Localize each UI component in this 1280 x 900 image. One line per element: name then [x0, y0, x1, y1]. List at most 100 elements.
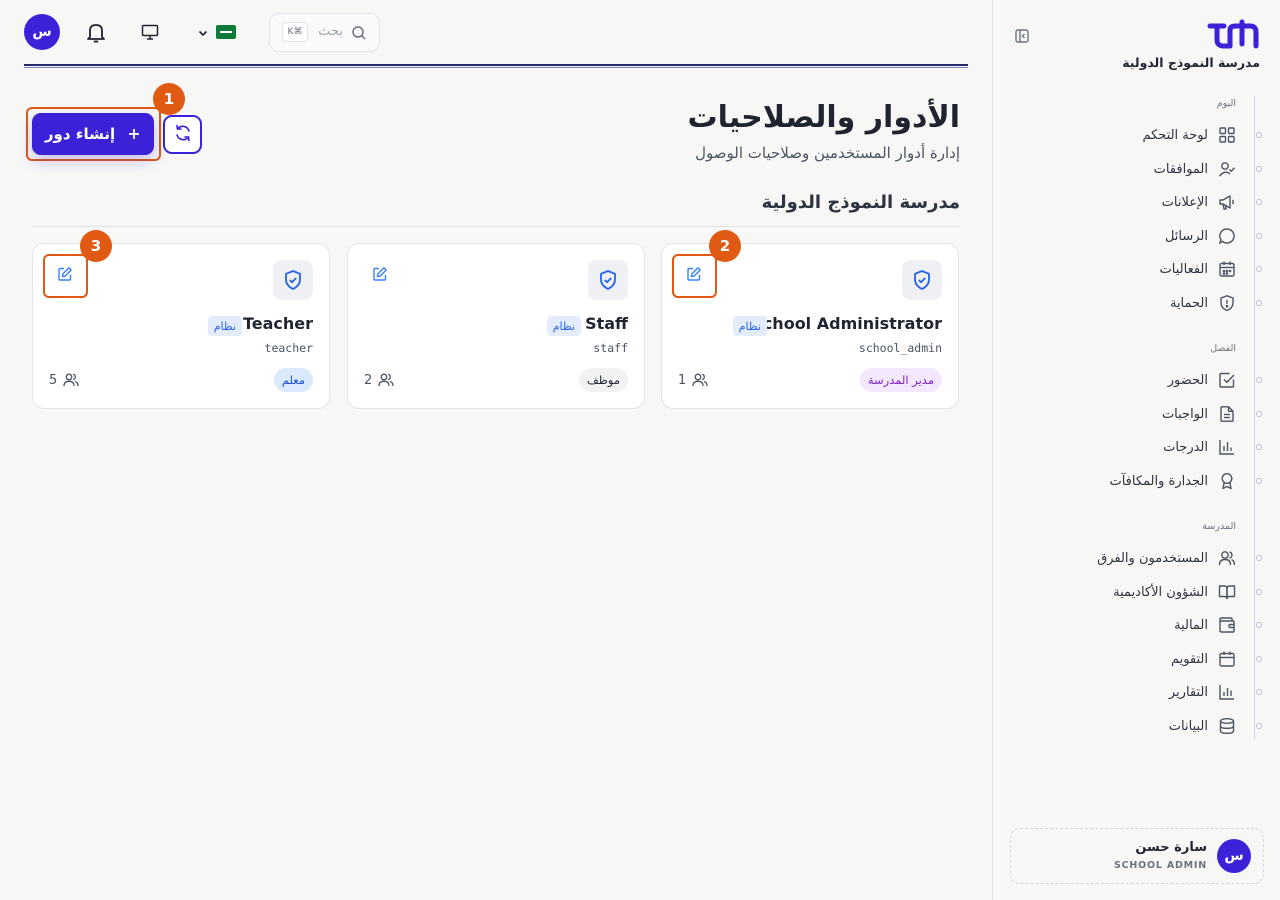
file-text-icon [1218, 405, 1236, 423]
nav-item-calendar[interactable]: التقويم [1170, 646, 1262, 672]
nav-item-homework[interactable]: الواجبات [1162, 401, 1262, 427]
users-icon [1218, 549, 1236, 567]
callout-badge-3: 3 [80, 230, 112, 262]
nav-label: الموافقات [1153, 161, 1208, 177]
nav-label: المستخدمون والفرق [1097, 550, 1208, 566]
member-count-value: 5 [49, 372, 58, 388]
megaphone-icon [1218, 193, 1236, 211]
nav-label: الإعلانات [1161, 194, 1208, 210]
nav-dot [1256, 478, 1262, 484]
search-icon [351, 25, 367, 41]
nav-dot [1256, 689, 1262, 695]
nav-dot [1256, 377, 1262, 383]
nav-item-users-teams[interactable]: المستخدمون والفرق [1097, 545, 1262, 571]
nav-label: الدرجات [1163, 439, 1208, 455]
nav-section-school: المدرسة [1202, 521, 1236, 532]
nav-item-attendance[interactable]: الحضور [1168, 367, 1262, 393]
nav-label: التقويم [1170, 651, 1208, 667]
create-role-button[interactable]: إنشاء دور [32, 113, 154, 155]
nav-item-academics[interactable]: الشؤون الأكاديمية [1113, 579, 1262, 605]
nav-item-announcements[interactable]: الإعلانات [1161, 189, 1262, 215]
nav-dot [1256, 166, 1262, 172]
nav-dot [1256, 555, 1262, 561]
refresh-button[interactable] [163, 115, 202, 154]
nav-section-class: الفصل [1210, 343, 1236, 354]
language-selector[interactable] [196, 22, 244, 42]
nav-label: لوحة التحكم [1142, 127, 1208, 143]
system-badge: نظام [546, 316, 581, 336]
nav-item-messages[interactable]: الرسائل [1164, 223, 1262, 249]
member-count: 1 [678, 372, 708, 388]
nav-dot [1256, 589, 1262, 595]
calendar-icon [1218, 650, 1236, 668]
database-icon [1218, 717, 1236, 735]
nav-item-safeguarding[interactable]: الحماية [1169, 290, 1262, 316]
role-type-badge: موظف [578, 368, 628, 392]
role-name: Staff [585, 314, 628, 333]
bar-chart-icon [1218, 438, 1236, 456]
avatar[interactable]: س [24, 14, 60, 50]
dashboard-icon [1218, 126, 1236, 144]
system-badge: نظام [207, 316, 242, 336]
bell-icon[interactable] [84, 20, 108, 44]
nav-item-merits[interactable]: الجدارة والمكافآت [1109, 468, 1262, 494]
system-badge: نظام [732, 316, 767, 336]
saudi-flag-icon [216, 25, 236, 39]
nav-item-events[interactable]: الفعاليات [1160, 256, 1262, 282]
sidebar: مدرسة النموذج الدولية اليوم لوحة التحكم … [992, 0, 1280, 900]
nav-dot [1256, 444, 1262, 450]
section-divider [32, 226, 960, 227]
nav-item-data[interactable]: البيانات [1168, 713, 1262, 739]
chevron-down-icon [196, 25, 210, 39]
users-icon [692, 372, 708, 388]
nav-label: الحماية [1169, 295, 1208, 311]
users-icon [378, 372, 394, 388]
nav-dot [1256, 300, 1262, 306]
sidebar-collapse-icon[interactable] [1014, 28, 1030, 44]
refresh-icon [173, 123, 193, 147]
nav-label: الشؤون الأكاديمية [1113, 584, 1208, 600]
brand-logo-icon[interactable] [1206, 18, 1260, 50]
wallet-icon [1218, 616, 1236, 634]
check-square-icon [1218, 371, 1236, 389]
nav-item-dashboard[interactable]: لوحة التحكم [1142, 122, 1262, 148]
school-section-title: مدرسة النموذج الدولية [761, 192, 960, 213]
page-subtitle: إدارة أدوار المستخدمين وصلاحيات الوصول [695, 144, 960, 162]
award-icon [1218, 472, 1236, 490]
shortcut-hint: K⌘ [282, 22, 308, 42]
search-input[interactable]: بحث K⌘ [269, 13, 380, 52]
school-name: مدرسة النموذج الدولية [1122, 55, 1260, 70]
user-profile-card[interactable]: س سارة حسن SCHOOL ADMIN [1010, 828, 1264, 884]
member-count: 2 [364, 372, 394, 388]
nav-item-grades[interactable]: الدرجات [1163, 434, 1262, 460]
search-placeholder: بحث [318, 24, 343, 39]
callout-highlight-3 [43, 254, 88, 298]
nav-label: التقارير [1168, 684, 1208, 700]
role-slug: teacher [264, 341, 313, 355]
shield-alert-icon [1218, 294, 1236, 312]
users-icon [63, 372, 79, 388]
nav-dot [1256, 411, 1262, 417]
user-check-icon [1218, 160, 1236, 178]
create-role-label: إنشاء دور [44, 125, 116, 143]
user-role: SCHOOL ADMIN [1113, 860, 1207, 871]
edit-role-button[interactable] [364, 260, 396, 292]
nav-item-approvals[interactable]: الموافقات [1153, 156, 1262, 182]
member-count-value: 1 [678, 372, 687, 388]
nav-label: البيانات [1168, 718, 1208, 734]
nav-dot [1256, 199, 1262, 205]
nav-dot [1256, 622, 1262, 628]
shield-check-icon [902, 260, 942, 300]
page-title: الأدوار والصلاحيات [687, 100, 960, 135]
monitor-icon[interactable] [140, 22, 160, 42]
nav-dot [1256, 132, 1262, 138]
callout-badge-1: 1 [153, 83, 185, 115]
nav-label: الرسائل [1164, 228, 1208, 244]
calendar-grid-icon [1218, 260, 1236, 278]
role-slug: staff [593, 341, 628, 355]
role-name: School Administrator [751, 314, 942, 333]
nav-item-reports[interactable]: التقارير [1168, 679, 1262, 705]
nav-item-finance[interactable]: المالية [1174, 612, 1262, 638]
nav-dot [1256, 723, 1262, 729]
role-card-staff[interactable]: Staff نظام staff موظف 2 [347, 243, 645, 409]
